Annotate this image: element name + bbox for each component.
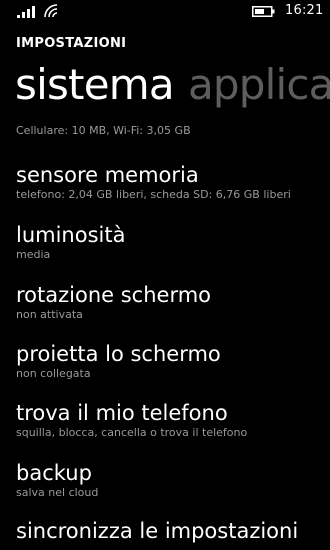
battery-icon — [252, 6, 275, 17]
setting-subtitle: media — [16, 248, 51, 261]
pivot-headers: sistema applica — [0, 58, 330, 114]
setting-subtitle: squilla, blocca, cancella o trova il tel… — [16, 426, 248, 439]
setting-item-backup[interactable]: backup salva nel cloud — [16, 460, 330, 500]
pivot-tab-applicazioni[interactable]: applica — [188, 58, 330, 112]
setting-title: sincronizza le impostazioni — [16, 519, 299, 543]
setting-item-utilizzo-dati[interactable]: Cellulare: 10 MB, Wi-Fi: 3,05 GB — [16, 124, 330, 138]
setting-item-sincronizza-impostazioni[interactable]: sincronizza le impostazioni — [16, 518, 330, 544]
setting-title: proietta lo schermo — [16, 342, 221, 366]
setting-title: backup — [16, 461, 92, 485]
settings-list: Cellulare: 10 MB, Wi-Fi: 3,05 GB sensore… — [0, 112, 330, 550]
setting-subtitle: Cellulare: 10 MB, Wi-Fi: 3,05 GB — [16, 124, 191, 137]
setting-item-rotazione-schermo[interactable]: rotazione schermo non attivata — [16, 282, 330, 322]
setting-subtitle: salva nel cloud — [16, 486, 99, 499]
clock: 16:21 — [285, 3, 324, 18]
wifi-icon — [44, 4, 58, 18]
setting-item-proietta-schermo[interactable]: proietta lo schermo non collegata — [16, 341, 330, 381]
setting-title: trova il mio telefono — [16, 401, 228, 425]
setting-subtitle: non collegata — [16, 367, 91, 380]
signal-strength-icon — [17, 6, 35, 18]
setting-title: luminosità — [16, 223, 126, 247]
pivot-tab-sistema[interactable]: sistema — [15, 58, 175, 112]
setting-item-luminosita[interactable]: luminosità media — [16, 222, 330, 262]
app-title: IMPOSTAZIONI — [16, 36, 127, 51]
setting-title: sensore memoria — [16, 163, 199, 187]
status-bar: 16:21 — [0, 0, 330, 26]
setting-item-sensore-memoria[interactable]: sensore memoria telefono: 2,04 GB liberi… — [16, 162, 330, 202]
setting-subtitle: telefono: 2,04 GB liberi, scheda SD: 6,7… — [16, 188, 291, 201]
setting-title: rotazione schermo — [16, 283, 212, 307]
setting-subtitle: non attivata — [16, 308, 83, 321]
setting-item-trova-telefono[interactable]: trova il mio telefono squilla, blocca, c… — [16, 400, 330, 440]
